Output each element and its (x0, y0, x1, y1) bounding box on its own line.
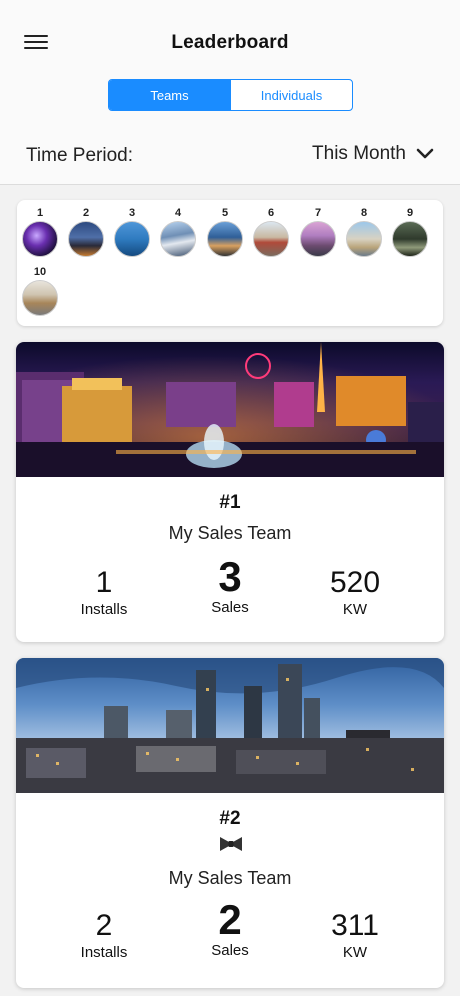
team-avatar (68, 221, 104, 257)
stat-value: 520 (329, 566, 381, 599)
leaderboard-card[interactable]: #1 My Sales Team 1 Installs 3 Sales 520 … (16, 342, 444, 642)
team-avatar (392, 221, 428, 257)
stat-label: Sales (211, 599, 249, 616)
team-avatar (300, 221, 336, 257)
time-period-dropdown[interactable]: This Month (312, 143, 434, 165)
card-team-name: My Sales Team (168, 523, 292, 543)
rank-item[interactable]: 4 (159, 205, 197, 257)
stat-label: KW (342, 944, 368, 961)
team-avatar (207, 221, 243, 257)
stat-label: Installs (80, 944, 128, 961)
rank-item[interactable]: 8 (345, 205, 383, 257)
chevron-down-icon (416, 148, 434, 159)
stat-sales: 2 Sales (170, 896, 290, 960)
rank-item[interactable]: 1 (21, 205, 59, 257)
stat-installs: 2 Installs (44, 909, 164, 962)
rank-number: 3 (128, 207, 136, 219)
stat-label: Installs (80, 601, 128, 618)
stat-value: 2 (95, 909, 113, 942)
time-period-value: This Month (312, 143, 406, 164)
team-cover-image (16, 658, 444, 793)
rank-number: 6 (267, 207, 275, 219)
rank-item[interactable]: 7 (299, 205, 337, 257)
rank-item[interactable]: 6 (252, 205, 290, 257)
stat-value: 2 (218, 896, 242, 943)
card-rank: #1 (219, 492, 241, 513)
stat-label: Sales (211, 942, 249, 959)
leaderboard-card[interactable]: #2 My Sales Team 2 Installs 2 Sales 311 … (16, 658, 444, 988)
time-period-label: Time Period: (26, 145, 133, 166)
teams-individuals-toggle: Teams Individuals (108, 79, 353, 111)
rank-number: 4 (174, 207, 182, 219)
team-cover-image (16, 342, 444, 477)
rank-number: 10 (33, 266, 47, 278)
bowtie-icon (220, 837, 242, 851)
rank-item[interactable]: 9 (391, 205, 429, 257)
stat-sales: 3 Sales (170, 553, 290, 617)
team-avatar (253, 221, 289, 257)
stat-kw: 311 KW (295, 909, 415, 962)
rank-item[interactable]: 3 (113, 205, 151, 257)
rank-strip: 1 2 3 4 5 6 7 8 9 10 (17, 200, 443, 326)
stat-installs: 1 Installs (44, 566, 164, 619)
stat-kw: 520 KW (295, 566, 415, 619)
rank-number: 9 (406, 207, 414, 219)
team-avatar (22, 280, 58, 316)
rank-item[interactable]: 10 (21, 264, 59, 316)
page-title: Leaderboard (171, 32, 289, 53)
rank-number: 8 (360, 207, 368, 219)
card-rank: #2 (219, 808, 241, 829)
rank-number: 1 (36, 207, 44, 219)
rank-item[interactable]: 5 (206, 205, 244, 257)
rank-number: 5 (221, 207, 229, 219)
card-team-name: My Sales Team (168, 868, 292, 888)
team-avatar (114, 221, 150, 257)
stat-label: KW (342, 601, 368, 618)
team-avatar (22, 221, 58, 257)
team-avatar (160, 221, 196, 257)
app-header: Leaderboard Teams Individuals Time Perio… (0, 0, 460, 185)
stat-value: 311 (331, 909, 379, 942)
rank-number: 7 (314, 207, 322, 219)
stat-value: 3 (218, 553, 242, 600)
stat-value: 1 (95, 566, 113, 599)
rank-number: 2 (82, 207, 90, 219)
rank-item[interactable]: 2 (67, 205, 105, 257)
tab-teams[interactable]: Teams (109, 80, 230, 110)
team-avatar (346, 221, 382, 257)
tab-individuals[interactable]: Individuals (230, 80, 352, 110)
